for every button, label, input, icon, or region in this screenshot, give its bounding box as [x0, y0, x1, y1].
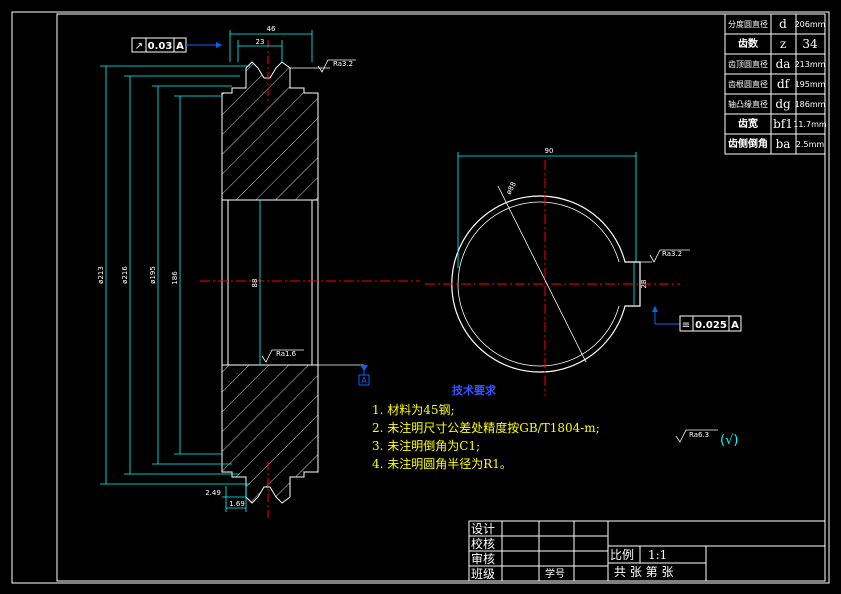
dim-dia-d: ø216 [121, 266, 129, 284]
tb-check: 校核 [471, 536, 495, 551]
tech-requirements: 技术要求 1. 材料为45钢; 2. 未注明尺寸公差处精度按GB/T1804-m… [372, 383, 600, 471]
tb-student-no: 学号 [545, 567, 565, 580]
param-label-z: 齿数 [738, 37, 759, 50]
symmetry-value: 0.025 [695, 320, 727, 331]
tb-scale-value: 1:1 [648, 548, 667, 562]
params-table: 分度圆直径 d 206mm 齿数 z 34 齿顶圆直径 da 213mm 齿根圆… [724, 13, 827, 155]
tb-sheets: 共 张 第 张 [614, 565, 673, 579]
tb-scale-label: 比例 [610, 548, 634, 562]
param-label-ba: 齿侧倒角 [728, 137, 768, 150]
param-label-da: 齿顶圆直径 [728, 59, 768, 69]
roughness-keyway: Ra3.2 [625, 249, 690, 263]
hub-dimensions [457, 152, 637, 306]
param-label-d: 分度圆直径 [728, 19, 768, 29]
datum-a-label: A [361, 376, 367, 385]
tech-item-1: 1. 材料为45钢; [372, 403, 455, 417]
ra-other-label: Ra6.3 [689, 431, 709, 439]
outer-frame [11, 11, 830, 584]
param-symbol-bf1: bf1 [773, 117, 793, 131]
datum-a-symbol: A [318, 364, 370, 386]
tech-item-3: 3. 未注明倒角为C1; [372, 438, 480, 453]
symmetry-datum: A [731, 320, 739, 331]
roughness-top: Ra3.2 [290, 59, 356, 73]
drawing-canvas: 分度圆直径 d 206mm 齿数 z 34 齿顶圆直径 da 213mm 齿根圆… [11, 11, 830, 584]
param-label-bf1: 齿宽 [738, 117, 758, 130]
param-symbol-d: d [779, 17, 787, 31]
param-value-bf1: 11.7mm [793, 120, 827, 129]
inner-frame [56, 13, 826, 582]
symmetry-tolerance-frame: ≡ 0.025 A [652, 306, 742, 332]
ra-key-label: Ra3.2 [662, 250, 682, 258]
param-value-da: 213mm [795, 60, 826, 69]
param-label-dg: 轴凸缘直径 [728, 99, 768, 109]
runout-value: 0.03 [148, 41, 173, 52]
runout-datum: A [176, 41, 184, 52]
param-value-df: 195mm [795, 80, 826, 89]
dim-width-tooth: 23 [256, 38, 265, 46]
ra-bore-label: Ra1.6 [276, 350, 297, 358]
tb-design: 设计 [471, 522, 495, 536]
ra-top-label: Ra3.2 [333, 60, 353, 68]
tech-item-2: 2. 未注明尺寸公差处精度按GB/T1804-m; [372, 420, 600, 435]
dim-hub-dia: ø88 [505, 181, 518, 196]
param-value-z: 34 [802, 37, 818, 51]
param-symbol-df: df [777, 77, 791, 91]
param-value-d: 206mm [795, 20, 826, 29]
dim-bore: 88 [251, 279, 259, 288]
dim-dia-dg: 186 [171, 271, 179, 285]
tb-class: 班级 [471, 567, 495, 581]
param-symbol-da: da [776, 57, 791, 71]
param-label-df: 齿根圆直径 [728, 79, 768, 89]
dim-keyway: 28 [640, 280, 648, 289]
runout-symbol: ↗ [135, 41, 143, 52]
roughness-bore: Ra1.6 [261, 349, 304, 363]
param-value-ba: 2.5mm [796, 140, 825, 149]
param-value-dg: 186mm [795, 100, 826, 109]
dim-hub-width: 90 [545, 147, 554, 155]
tb-review: 审核 [471, 551, 495, 566]
hub-end-view: ø88 [425, 160, 680, 395]
dim-chamfer-w: 2.49 [205, 489, 221, 497]
roughness-other: Ra6.3 (√) [675, 429, 738, 448]
dim-dia-df: ø195 [149, 266, 157, 284]
dim-dia-da: ø213 [97, 266, 105, 284]
symmetry-symbol: ≡ [682, 320, 690, 331]
tech-title: 技术要求 [452, 383, 497, 397]
param-symbol-dg: dg [775, 97, 791, 111]
dim-chamfer-w2: 1.69 [229, 500, 245, 508]
tech-item-4: 4. 未注明圆角半径为R1。 [372, 456, 512, 471]
param-symbol-ba: ba [776, 137, 791, 151]
dim-width-total: 46 [267, 25, 276, 33]
ra-other-suffix: (√) [720, 433, 738, 448]
runout-tolerance-frame: ↗ 0.03 A [131, 37, 222, 53]
param-symbol-z: z [780, 37, 786, 51]
